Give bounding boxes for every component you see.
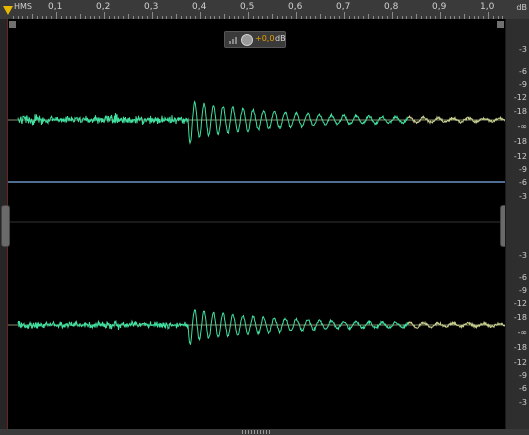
playhead-marker[interactable] (3, 6, 13, 15)
db-scale-label: -9 (519, 80, 527, 89)
channel2-waveform (17, 309, 409, 345)
ruler-tick-label: 1,0 (480, 2, 495, 12)
time-ruler[interactable]: HMS 0,1 0,2 0,3 0,4 0,5 0,6 0,7 0,8 0,9 1,0 (0, 0, 529, 20)
db-scale-label: -3 (519, 192, 527, 201)
db-scale-label: -9 (519, 371, 527, 380)
db-scale-label: -6 (519, 273, 527, 282)
ruler-tick-label: 0,7 (336, 2, 351, 12)
db-scale-label: -18 (513, 107, 527, 116)
horizontal-scrollbar[interactable] (0, 429, 529, 435)
db-scale-label: -18 (513, 137, 527, 146)
volume-unit: dB (275, 34, 286, 43)
corner-handle-top-right[interactable] (497, 21, 504, 28)
db-scale-label: -12 (513, 299, 527, 308)
ruler-tick-label: 0,6 (288, 2, 303, 12)
db-scale-label: -3 (519, 45, 527, 54)
ruler-major-tick (440, 12, 441, 19)
ruler-tick-label: 0,9 (432, 2, 447, 12)
ruler-tick-label: 0,2 (96, 2, 111, 12)
db-scale-label: -∞ (517, 122, 527, 131)
ruler-major-tick (152, 12, 153, 19)
waveform-editor: HMS 0,1 0,2 0,3 0,4 0,5 0,6 0,7 0,8 0,9 1,0 dB -3… (0, 0, 529, 435)
ruler-major-tick (104, 12, 105, 19)
db-scale-label: -12 (513, 152, 527, 161)
db-scale-label: -12 (513, 93, 527, 102)
db-unit-label: dB (516, 3, 527, 12)
db-scale-label: -18 (513, 343, 527, 352)
ruler-major-tick (344, 12, 345, 19)
db-scale-label: -∞ (517, 328, 527, 337)
channel1-waveform (17, 100, 409, 145)
ruler-major-tick (200, 12, 201, 19)
ruler-tick-label: 0,1 (48, 2, 63, 12)
db-scale-label: -9 (519, 286, 527, 295)
db-scale-label: -6 (519, 178, 527, 187)
db-scale: dB -3 -6 -9 -12 -18 -∞ -18 -12 -9 -6 -3 -3 -6 -9 -12 -1… (505, 3, 529, 429)
ruler-tick-label: 0,5 (240, 2, 255, 12)
ruler-major-tick (56, 12, 57, 19)
db-scale-label: -6 (519, 384, 527, 393)
waveform-canvas[interactable] (8, 19, 505, 429)
volume-bars-icon (229, 37, 237, 44)
ruler-tick-label: 0,3 (144, 2, 159, 12)
db-scale-label: -12 (513, 358, 527, 367)
ruler-major-tick (488, 12, 489, 19)
scroll-grip[interactable] (242, 430, 272, 434)
volume-knob-icon[interactable] (241, 34, 253, 46)
db-scale-label: -6 (519, 67, 527, 76)
volume-hud[interactable]: +0,0 dB (224, 31, 286, 48)
volume-value[interactable]: +0,0 (255, 34, 274, 43)
ruler-major-tick (296, 12, 297, 19)
ruler-major-tick (248, 12, 249, 19)
db-scale-label: -3 (519, 398, 527, 407)
db-scale-label: -18 (513, 313, 527, 322)
db-scale-label: -9 (519, 165, 527, 174)
waveform-svg (8, 100, 505, 345)
ruler-tick-label: 0,8 (384, 2, 399, 12)
left-channel-resize-handle[interactable] (1, 205, 10, 247)
corner-handle-top-left[interactable] (9, 21, 16, 28)
time-unit-label: HMS (14, 2, 32, 11)
ruler-tick-label: 0,4 (192, 2, 207, 12)
ruler-major-tick (392, 12, 393, 19)
db-scale-label: -3 (519, 251, 527, 260)
